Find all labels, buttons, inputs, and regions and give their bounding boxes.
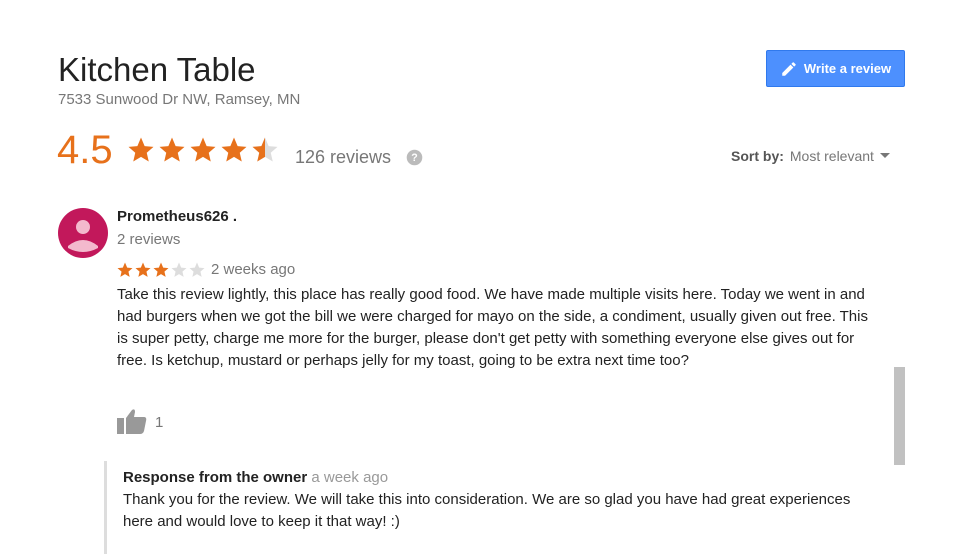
sort-dropdown[interactable]: Sort by: Most relevant <box>731 148 890 164</box>
review-stars <box>116 261 206 279</box>
owner-response: Response from the owner a week ago Thank… <box>104 461 864 554</box>
dropdown-arrow-icon <box>879 153 890 158</box>
star-icon <box>135 262 151 277</box>
empty-star-icon <box>171 262 187 277</box>
star-icon <box>221 137 247 162</box>
star-icon <box>190 137 216 162</box>
write-review-button[interactable]: Write a review <box>766 50 905 87</box>
star-icon <box>128 137 154 162</box>
reviewer-review-count: 2 reviews <box>117 231 181 248</box>
place-address: 7533 Sunwood Dr NW, Ramsey, MN <box>58 91 301 108</box>
scrollbar-thumb[interactable] <box>894 367 905 465</box>
help-icon[interactable]: ? <box>406 149 423 166</box>
review-text: Take this review lightly, this place has… <box>117 286 868 369</box>
owner-response-text: Thank you for the review. We will take t… <box>123 491 851 530</box>
owner-response-label: Response from the owner <box>123 469 308 486</box>
owner-response-header: Response from the owner a week ago <box>123 469 388 486</box>
sort-value: Most relevant <box>789 148 874 164</box>
like-count: 1 <box>155 414 164 431</box>
owner-response-time: a week ago <box>311 469 389 486</box>
star-icon <box>159 137 185 162</box>
empty-star-icon <box>189 262 205 277</box>
star-icon <box>117 262 133 277</box>
write-review-label: Write a review <box>803 61 892 76</box>
avatar[interactable] <box>58 208 108 258</box>
review-count[interactable]: 126 reviews <box>295 147 391 168</box>
sort-label: Sort by: <box>731 148 784 164</box>
reviewer-name[interactable]: Prometheus626 . <box>117 208 237 225</box>
rating-value: 4.5 <box>57 128 113 172</box>
thumbs-up-icon[interactable] <box>117 408 147 434</box>
rating-stars <box>126 135 280 165</box>
pencil-icon <box>780 60 798 78</box>
place-title: Kitchen Table <box>58 51 256 88</box>
review-time: 2 weeks ago <box>211 261 296 278</box>
half-star-icon <box>252 137 278 162</box>
svg-text:?: ? <box>411 152 417 164</box>
star-icon <box>153 262 169 277</box>
